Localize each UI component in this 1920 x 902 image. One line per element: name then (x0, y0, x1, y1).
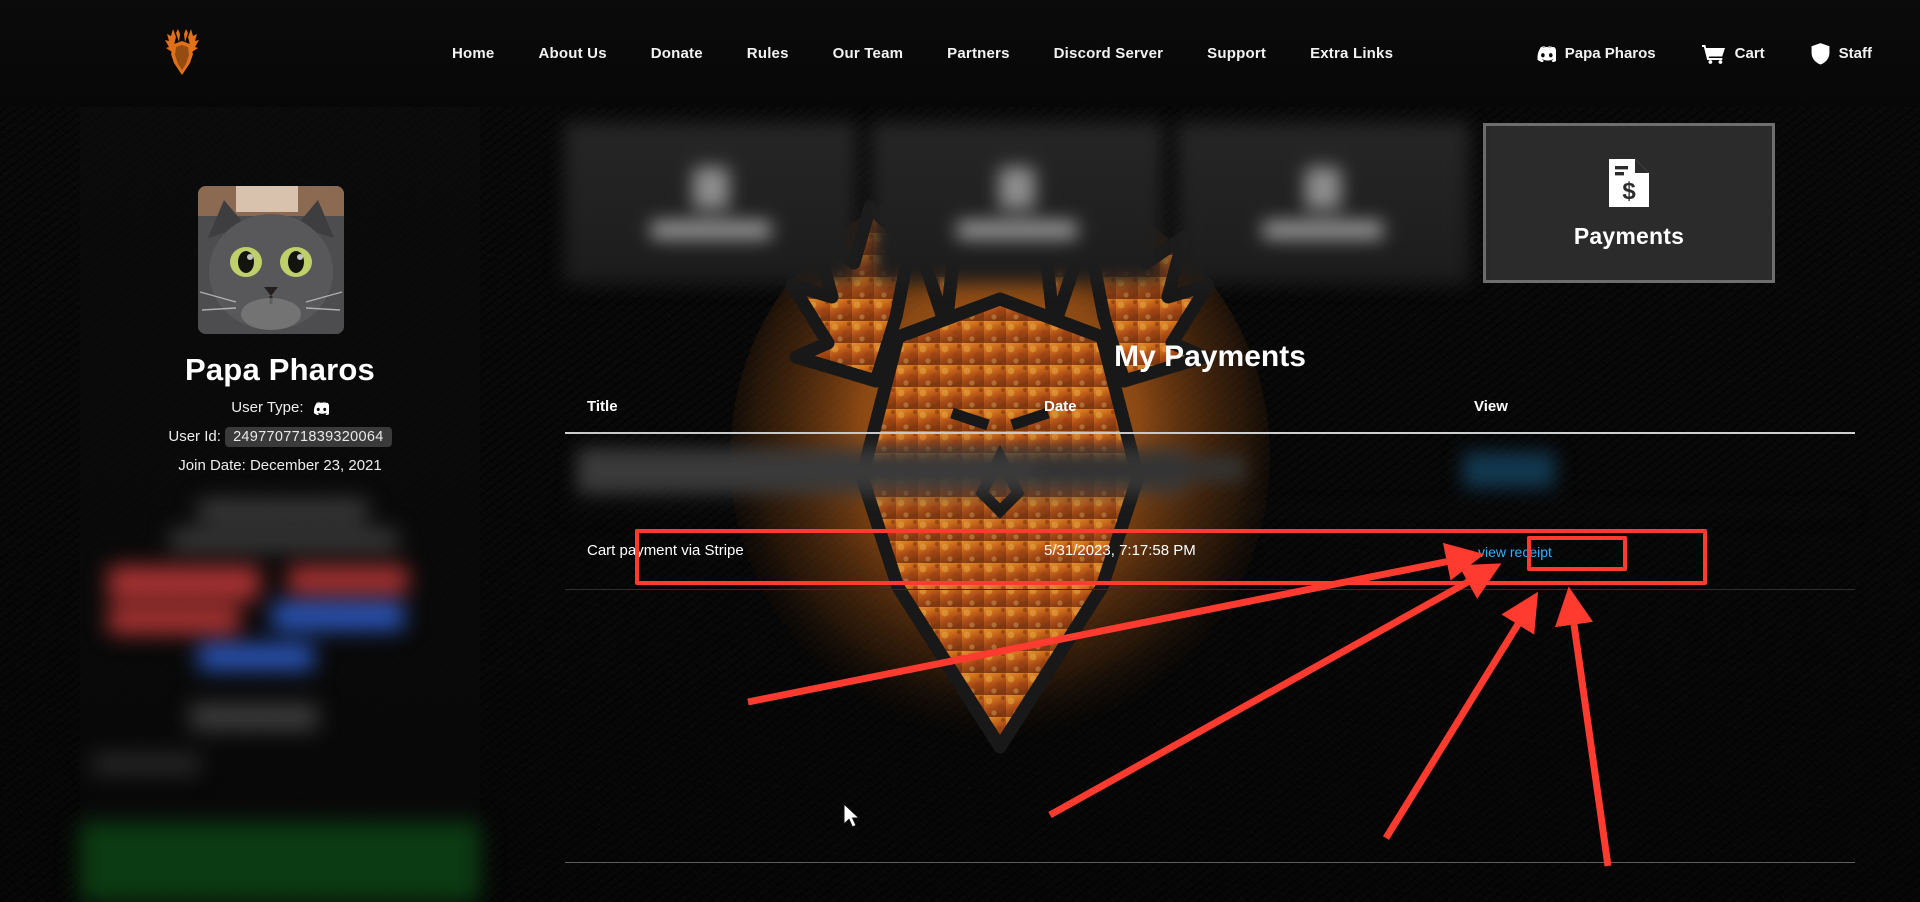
table-row[interactable] (565, 434, 1855, 512)
cart-icon (1701, 44, 1725, 64)
card-redacted-3[interactable] (1177, 123, 1469, 283)
table-header: Title Date View (565, 392, 1855, 434)
user-placeholder-icon (1305, 167, 1341, 209)
nav-link-rules[interactable]: Rules (725, 39, 811, 68)
content-area: Papa Pharos User Type: User Id: 24977077… (0, 107, 1920, 902)
nav-link-partners[interactable]: Partners (925, 39, 1031, 68)
profile-name: Papa Pharos (184, 352, 375, 387)
nav-link-about-us[interactable]: About Us (516, 39, 628, 68)
profile-user-type: User Type: (80, 399, 480, 419)
card-redacted-1[interactable] (565, 123, 857, 283)
user-avatar-cat-photo (198, 186, 344, 334)
table-row[interactable]: Cart payment via Stripe 5/31/2023, 7:17:… (565, 512, 1855, 590)
column-header-date: Date (1044, 398, 1077, 415)
column-header-view: View (1474, 398, 1508, 415)
main-panel: $ Payments My Payments Title Date View C… (565, 107, 1855, 902)
nav-cart-label: Cart (1734, 45, 1765, 62)
payment-date: 5/31/2023, 7:17:58 PM (1044, 542, 1196, 559)
page-root: Home About Us Donate Rules Our Team Part… (0, 0, 1920, 902)
sidebar-redacted-actions[interactable] (80, 492, 480, 902)
card-label-placeholder (957, 221, 1077, 239)
nav-link-our-team[interactable]: Our Team (811, 39, 926, 68)
shield-icon (1811, 42, 1830, 64)
column-header-title: Title (587, 398, 618, 415)
nav-staff[interactable]: Staff (1811, 42, 1872, 65)
nav-link-support[interactable]: Support (1185, 39, 1288, 68)
footer-divider (565, 862, 1855, 863)
avatar (198, 186, 344, 334)
user-id-value: 249770771839320064 (225, 427, 392, 447)
user-placeholder-icon (693, 167, 729, 209)
view-receipt-link[interactable]: view receipt (1474, 542, 1556, 562)
nav-link-donate[interactable]: Donate (629, 39, 725, 68)
page-title: My Payments (1114, 340, 1306, 373)
invoice-dollar-icon: $ (1609, 158, 1649, 207)
profile-join-date: Join Date: December 23, 2021 (178, 457, 382, 474)
user-placeholder-icon (999, 167, 1035, 209)
nav-link-home[interactable]: Home (430, 39, 516, 68)
top-navbar: Home About Us Donate Rules Our Team Part… (0, 0, 1920, 107)
card-label-placeholder (651, 221, 771, 239)
nav-account-papa-pharos[interactable]: Papa Pharos (1534, 45, 1656, 62)
nav-staff-label: Staff (1838, 45, 1872, 62)
payments-table: Title Date View Cart payment via Stripe … (565, 392, 1855, 590)
site-logo[interactable] (150, 22, 214, 84)
discord-icon (1537, 45, 1556, 62)
stag-head-logo-icon (165, 29, 199, 75)
svg-text:$: $ (1622, 178, 1636, 205)
nav-link-extra-links[interactable]: Extra Links (1288, 39, 1415, 68)
nav-cart[interactable]: Cart (1701, 44, 1765, 64)
discord-icon (311, 401, 331, 419)
user-type-label: User Type: (231, 399, 304, 416)
user-id-label: User Id: (168, 428, 221, 445)
nav-account-label: Papa Pharos (1564, 45, 1656, 62)
nav-links: Home About Us Donate Rules Our Team Part… (430, 0, 1415, 107)
card-label-placeholder (1263, 221, 1383, 239)
profile-user-id: User Id: 249770771839320064 (80, 427, 480, 447)
category-cards: $ Payments (565, 123, 1855, 328)
payment-title: Cart payment via Stripe (587, 542, 744, 559)
card-redacted-2[interactable] (871, 123, 1163, 283)
nav-link-discord-server[interactable]: Discord Server (1032, 39, 1186, 68)
card-payments-label: Payments (1573, 222, 1685, 249)
nav-user-actions: Papa Pharos Cart Staff (1534, 0, 1872, 107)
profile-sidebar: Papa Pharos User Type: User Id: 24977077… (80, 107, 480, 902)
payment-view-cell: view receipt (1474, 542, 1556, 562)
card-payments[interactable]: $ Payments (1483, 123, 1775, 283)
